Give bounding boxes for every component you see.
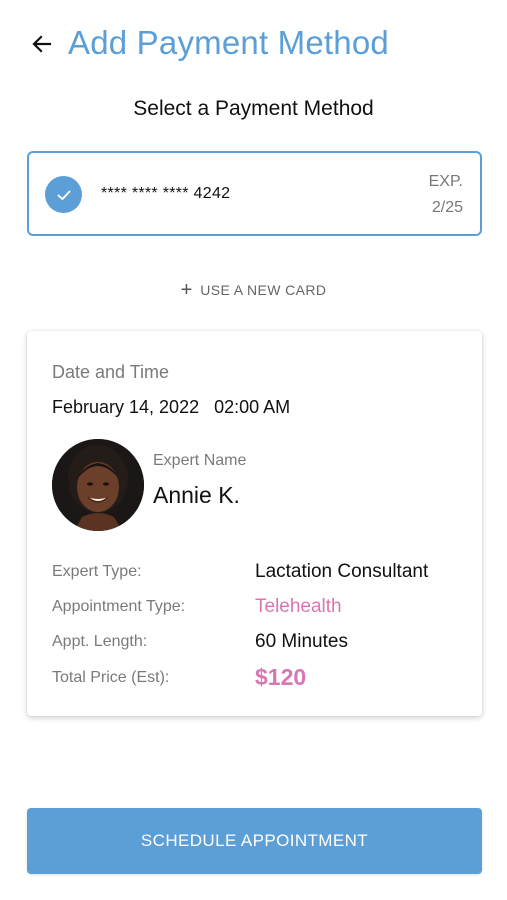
selected-check-icon xyxy=(45,176,82,213)
detail-value: 60 Minutes xyxy=(255,631,348,652)
card-number: **** **** **** 4242 xyxy=(101,185,231,202)
detail-label: Appt. Length: xyxy=(52,633,148,650)
card-exp-value: 2/25 xyxy=(431,199,463,216)
detail-row-expert-type: Expert Type: Lactation Consultant xyxy=(52,561,462,587)
saved-card-option[interactable]: **** **** **** 4242 EXP. 2/25 xyxy=(27,151,482,236)
date-time-value: February 14, 2022 02:00 AM xyxy=(52,397,291,417)
arrow-left-icon xyxy=(32,35,52,53)
total-price-value: $120 xyxy=(255,664,307,690)
detail-row-total-price: Total Price (Est): $120 xyxy=(52,664,462,693)
use-new-card-label: USE A NEW CARD xyxy=(200,282,327,298)
plus-icon: + xyxy=(180,279,193,301)
card-exp-label: EXP. xyxy=(428,173,463,190)
detail-label: Expert Type: xyxy=(52,563,142,580)
schedule-appointment-button[interactable]: SCHEDULE APPOINTMENT xyxy=(27,808,482,874)
page-title: Add Payment Method xyxy=(68,24,389,61)
detail-row-appt-length: Appt. Length: 60 Minutes xyxy=(52,631,462,657)
detail-row-appointment-type: Appointment Type: Telehealth xyxy=(52,596,462,622)
detail-value: Telehealth xyxy=(255,596,342,617)
detail-value: Lactation Consultant xyxy=(255,561,429,582)
expert-name-label: Expert Name xyxy=(153,452,247,469)
back-button[interactable] xyxy=(28,28,56,60)
detail-label: Appointment Type: xyxy=(52,598,186,615)
use-new-card-button[interactable]: + USE A NEW CARD xyxy=(0,280,507,300)
expert-avatar xyxy=(52,439,144,531)
expert-name: Annie K. xyxy=(153,482,240,508)
detail-label: Total Price (Est): xyxy=(52,669,170,686)
date-time-label: Date and Time xyxy=(52,362,170,382)
payment-section-heading: Select a Payment Method xyxy=(133,97,374,120)
app-header: Add Payment Method xyxy=(0,0,507,90)
appointment-summary-card: Date and Time February 14, 2022 02:00 AM… xyxy=(27,331,482,716)
